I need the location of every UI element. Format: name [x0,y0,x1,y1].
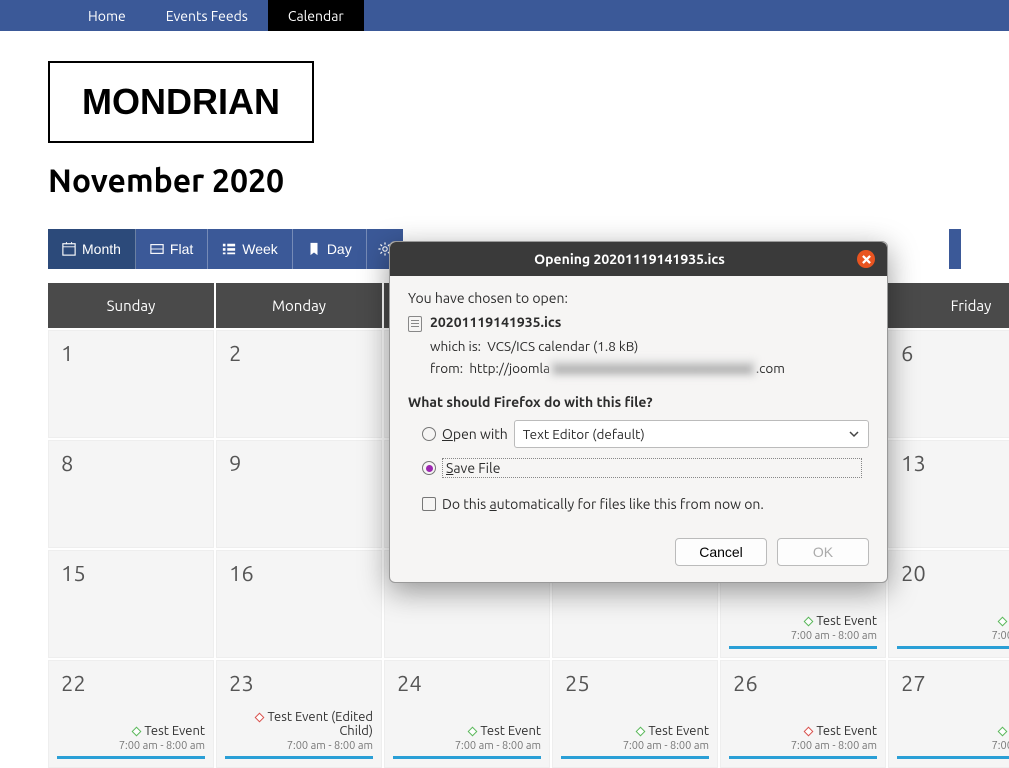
dialog-filename: 20201119141935.ics [430,314,561,330]
day-cell[interactable]: 27 Test E 7:00 am - 8 [888,660,1009,768]
calendar-event[interactable]: Test E 7:00 am - 8 [897,724,1009,759]
event-marker-icon [255,713,265,723]
close-icon [862,255,871,264]
dialog-intro-text: You have chosen to open: [408,290,869,306]
toolbar-right-stub[interactable] [949,229,961,269]
event-marker-icon [804,617,814,627]
event-marker-icon [804,727,814,737]
open-with-select[interactable]: Text Editor (default) [514,420,869,448]
cancel-button[interactable]: Cancel [675,538,767,566]
view-month-button[interactable]: Month [48,229,136,269]
event-marker-icon [636,727,646,737]
view-week-button[interactable]: Week [208,229,293,269]
calendar-event[interactable]: Test Event 7:00 am - 8:00 am [729,614,877,649]
day-cell[interactable]: 1 [48,330,214,438]
calendar-event[interactable]: Test Event 7:00 am - 8:00 am [729,724,877,759]
radio-open-with-label[interactable]: Open with [442,426,508,442]
ok-button[interactable]: OK [777,538,869,566]
day-cell[interactable]: 13 [888,440,1009,548]
day-cell[interactable]: 2 [216,330,382,438]
header-friday: Friday [888,283,1009,328]
nav-calendar[interactable]: Calendar [268,0,364,31]
site-logo: MONDRIAN [48,61,314,143]
day-cell[interactable]: 16 [216,550,382,658]
view-day-button[interactable]: Day [293,229,367,269]
dialog-titlebar[interactable]: Opening 20201119141935.ics [390,242,887,276]
event-marker-icon [998,727,1008,737]
calendar-event[interactable]: Test Event (Edited Child) 7:00 am - 8:00… [225,710,373,759]
checkbox-remember[interactable] [422,497,436,511]
day-cell[interactable]: 15 [48,550,214,658]
chevron-down-icon [848,428,860,440]
day-cell[interactable]: 8 [48,440,214,548]
day-cell[interactable]: 9 [216,440,382,548]
event-marker-icon [998,617,1008,627]
dialog-question: What should Firefox do with this file? [408,394,869,410]
flat-icon [150,242,164,256]
day-cell[interactable]: 26 Test Event 7:00 am - 8:00 am [720,660,886,768]
day-cell[interactable]: 25 Test Event 7:00 am - 8:00 am [552,660,718,768]
list-icon [222,242,236,256]
view-flat-button[interactable]: Flat [136,229,208,269]
page-title: November 2020 [48,163,961,199]
calendar-event[interactable]: Test E 7:00 am - 8 [897,614,1009,649]
dialog-filetype: which is: VCS/ICS calendar (1.8 kB) [430,338,869,354]
event-marker-icon [132,727,142,737]
radio-save-file[interactable] [422,461,436,475]
nav-events-feeds[interactable]: Events Feeds [146,0,268,31]
radio-open-with[interactable] [422,427,436,441]
dialog-source: from: http://joomlaxxxxxxxxxxxxxxxxxxxxx… [430,360,869,376]
day-cell[interactable]: 23 Test Event (Edited Child) 7:00 am - 8… [216,660,382,768]
radio-save-file-label[interactable]: Save File [442,458,862,478]
header-monday: Monday [216,283,382,328]
dialog-close-button[interactable] [857,250,875,268]
dialog-title: Opening 20201119141935.ics [402,251,857,267]
checkbox-remember-label[interactable]: Do this automatically for files like thi… [442,496,764,512]
calendar-event[interactable]: Test Event 7:00 am - 8:00 am [57,724,205,759]
calendar-icon [62,242,76,256]
calendar-event[interactable]: Test Event 7:00 am - 8:00 am [561,724,709,759]
day-cell[interactable]: 24 Test Event 7:00 am - 8:00 am [384,660,550,768]
event-marker-icon [468,727,478,737]
calendar-event[interactable]: Test Event 7:00 am - 8:00 am [393,724,541,759]
file-icon [408,316,422,332]
download-dialog: Opening 20201119141935.ics You have chos… [389,241,888,583]
day-cell[interactable]: 6 [888,330,1009,438]
bookmark-icon [307,242,321,256]
day-cell[interactable]: 22 Test Event 7:00 am - 8:00 am [48,660,214,768]
top-nav: Home Events Feeds Calendar [0,0,1009,31]
logo-text: MONDRIAN [82,81,280,123]
header-sunday: Sunday [48,283,214,328]
nav-home[interactable]: Home [68,0,146,31]
day-cell[interactable]: 20 Test E 7:00 am - 8 [888,550,1009,658]
